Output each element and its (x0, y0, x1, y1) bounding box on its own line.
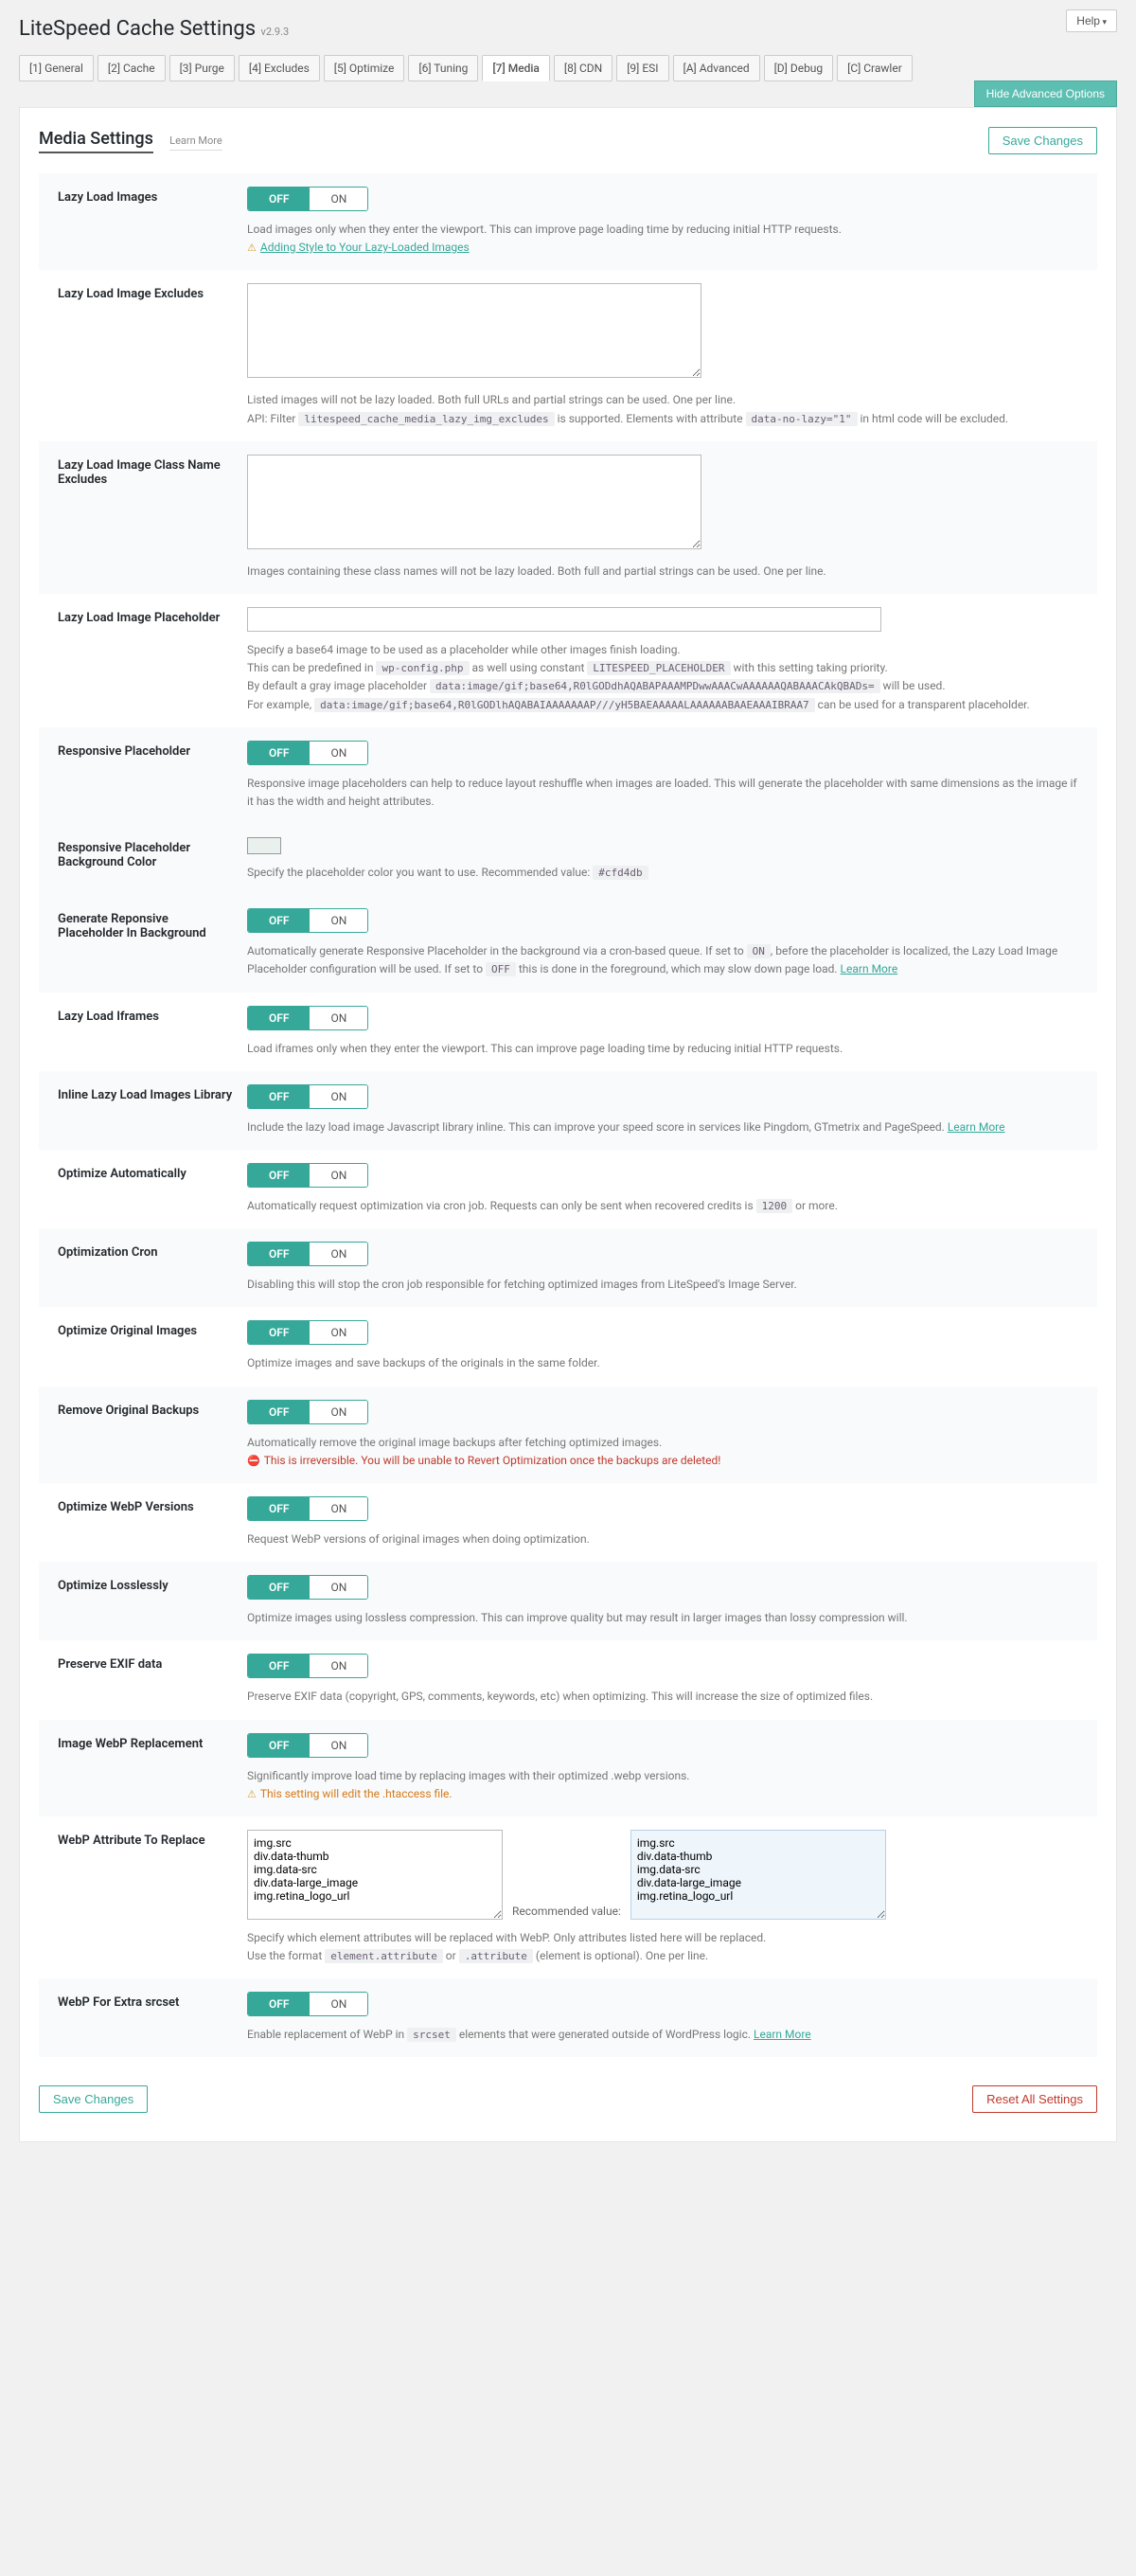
learn-more-srcset[interactable]: Learn More (754, 2028, 811, 2041)
learn-more-inline[interactable]: Learn More (948, 1120, 1005, 1134)
tab-10[interactable]: [D] Debug (764, 55, 834, 81)
color-picker[interactable] (247, 837, 281, 854)
textarea-webp-attr[interactable] (247, 1830, 503, 1920)
lazy-style-link[interactable]: Adding Style to Your Lazy-Loaded Images (260, 241, 470, 254)
label-exif: Preserve EXIF data (39, 1640, 247, 1719)
save-button-top[interactable]: Save Changes (988, 127, 1097, 154)
tab-11[interactable]: [C] Crawler (837, 55, 913, 81)
toggle-opt-cron[interactable]: OFFON (247, 1242, 368, 1266)
label-lossless: Optimize Losslessly (39, 1562, 247, 1640)
toggle-optimize-auto[interactable]: OFFON (247, 1163, 368, 1188)
tab-2[interactable]: [3] Purge (169, 55, 235, 81)
toggle-webp-srcset[interactable]: OFFON (247, 1992, 368, 2016)
danger-icon (247, 1454, 264, 1467)
warn-icon (247, 1787, 260, 1800)
tab-6[interactable]: [7] Media (482, 55, 550, 81)
input-lazy-placeholder[interactable] (247, 607, 881, 632)
learn-more-gen-bg[interactable]: Learn More (841, 962, 898, 975)
help-button[interactable]: Help (1066, 9, 1117, 32)
label-remove-backups: Remove Original Backups (39, 1386, 247, 1483)
tab-4[interactable]: [5] Optimize (324, 55, 405, 81)
toggle-webp-replacement[interactable]: OFFON (247, 1733, 368, 1758)
tip-icon (247, 241, 260, 254)
textarea-lazy-excludes[interactable] (247, 283, 701, 378)
learn-more-link[interactable]: Learn More (169, 134, 222, 151)
label-webp-srcset: WebP For Extra srcset (39, 1978, 247, 2057)
tab-0[interactable]: [1] General (19, 55, 94, 81)
label-responsive-bg: Responsive Placeholder Background Color (39, 824, 247, 895)
label-opt-original: Optimize Original Images (39, 1307, 247, 1386)
label-inline-lib: Inline Lazy Load Images Library (39, 1071, 247, 1150)
tab-1[interactable]: [2] Cache (98, 55, 166, 81)
label-lazy-excludes: Lazy Load Image Excludes (39, 270, 247, 440)
label-webp-replacement: Image WebP Replacement (39, 1720, 247, 1816)
tab-8[interactable]: [9] ESI (616, 55, 668, 81)
hide-advanced-button[interactable]: Hide Advanced Options (974, 80, 1117, 107)
label-lazy-placeholder: Lazy Load Image Placeholder (39, 594, 247, 727)
label-webp-attribute: WebP Attribute To Replace (39, 1816, 247, 1978)
label-opt-cron: Optimization Cron (39, 1228, 247, 1307)
toggle-inline-lib[interactable]: OFFON (247, 1084, 368, 1109)
toggle-lossless[interactable]: OFFON (247, 1575, 368, 1600)
tab-3[interactable]: [4] Excludes (239, 55, 320, 81)
textarea-webp-attr-recommended (630, 1830, 886, 1920)
label-lazy-iframes: Lazy Load Iframes (39, 993, 247, 1071)
toggle-lazy-iframes[interactable]: OFFON (247, 1006, 368, 1030)
tab-7[interactable]: [8] CDN (554, 55, 612, 81)
toggle-lazy-images[interactable]: OFFON (247, 187, 368, 211)
textarea-lazy-class-excludes[interactable] (247, 455, 701, 549)
tab-9[interactable]: [A] Advanced (673, 55, 760, 81)
label-webp-versions: Optimize WebP Versions (39, 1483, 247, 1562)
save-button-bottom[interactable]: Save Changes (39, 2085, 148, 2113)
page-title: LiteSpeed Cache Settings v2.9.3 (19, 17, 1117, 41)
tab-5[interactable]: [6] Tuning (408, 55, 478, 81)
reset-button[interactable]: Reset All Settings (972, 2085, 1097, 2113)
toggle-responsive-placeholder[interactable]: OFFON (247, 741, 368, 765)
label-lazy-images: Lazy Load Images (39, 173, 247, 270)
toggle-webp-versions[interactable]: OFFON (247, 1496, 368, 1521)
label-lazy-class-excludes: Lazy Load Image Class Name Excludes (39, 441, 247, 594)
label-generate-bg: Generate Reponsive Placeholder In Backgr… (39, 895, 247, 992)
section-title: Media Settings (39, 129, 153, 153)
tabs: [1] General[2] Cache[3] Purge[4] Exclude… (19, 55, 1117, 81)
toggle-exif[interactable]: OFFON (247, 1654, 368, 1678)
toggle-opt-original[interactable]: OFFON (247, 1320, 368, 1345)
label-responsive-placeholder: Responsive Placeholder (39, 727, 247, 824)
toggle-generate-bg[interactable]: OFFON (247, 908, 368, 933)
label-optimize-auto: Optimize Automatically (39, 1150, 247, 1228)
toggle-remove-backups[interactable]: OFFON (247, 1400, 368, 1424)
